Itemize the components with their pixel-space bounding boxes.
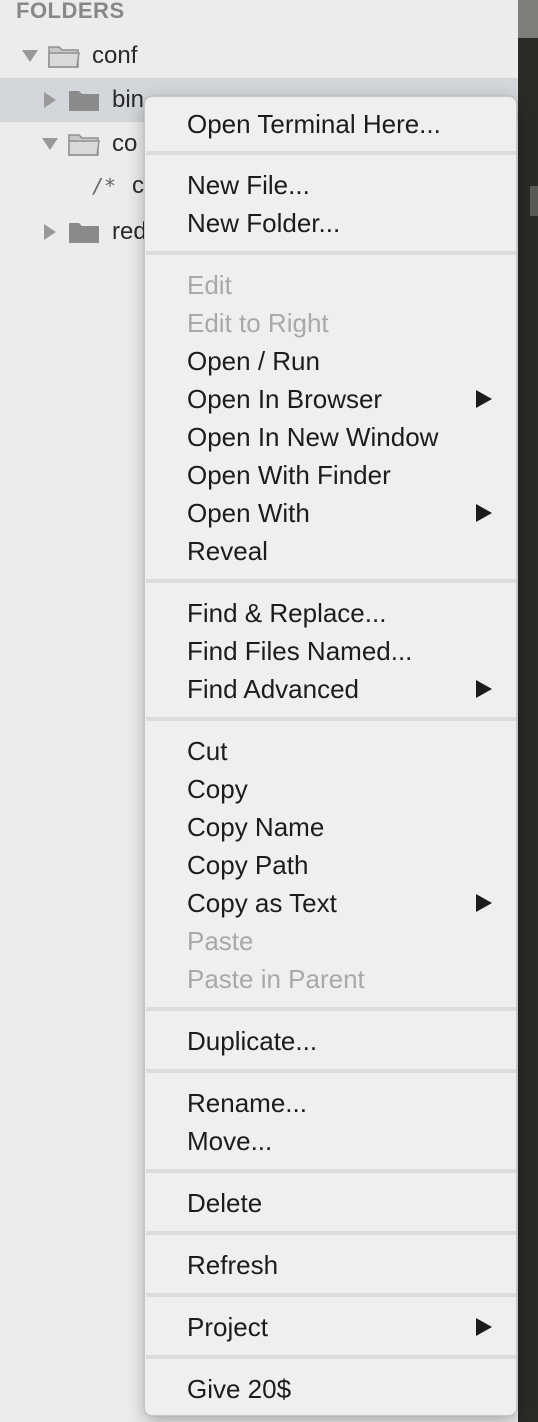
menu-item-reveal[interactable]: Reveal (145, 532, 516, 570)
menu-item-open-in-new-window[interactable]: Open In New Window (145, 418, 516, 456)
menu-separator (146, 1169, 516, 1173)
tree-row-label: co (112, 130, 138, 157)
submenu-arrow-icon (476, 1318, 492, 1336)
disclosure-expanded-icon[interactable] (22, 50, 38, 62)
disclosure-collapsed-icon[interactable] (44, 92, 56, 108)
submenu-arrow-icon (476, 504, 492, 522)
editor-line-marker (530, 186, 538, 216)
menu-item-refresh[interactable]: Refresh (145, 1246, 516, 1284)
menu-item-give[interactable]: Give 20$ (145, 1370, 516, 1408)
menu-separator (146, 151, 516, 155)
menu-item-open-in-browser[interactable]: Open In Browser (145, 380, 516, 418)
menu-item-new-file[interactable]: New File... (145, 166, 516, 204)
menu-item-copy[interactable]: Copy (145, 770, 516, 808)
submenu-arrow-icon (476, 390, 492, 408)
menu-separator (146, 1007, 516, 1011)
tree-row-label: c (132, 172, 144, 199)
context-menu: Open Terminal Here... New File... New Fo… (144, 96, 517, 1416)
menu-item-label: Find Advanced (187, 673, 360, 704)
menu-item-duplicate[interactable]: Duplicate... (145, 1022, 516, 1060)
menu-item-label: Copy as Text (187, 887, 337, 918)
menu-item-find-replace[interactable]: Find & Replace... (145, 594, 516, 632)
menu-item-rename[interactable]: Rename... (145, 1084, 516, 1122)
menu-item-copy-path[interactable]: Copy Path (145, 846, 516, 884)
menu-item-open-terminal[interactable]: Open Terminal Here... (145, 105, 516, 143)
menu-separator (146, 717, 516, 721)
sidebar-header: FOLDERS (16, 0, 125, 23)
disclosure-collapsed-icon[interactable] (44, 224, 56, 240)
menu-item-open-with[interactable]: Open With (145, 494, 516, 532)
open-folder-icon (48, 46, 80, 68)
tree-row-conf[interactable]: conf (0, 34, 518, 78)
menu-item-edit-to-right: Edit to Right (187, 307, 329, 338)
folder-icon (69, 223, 99, 243)
menu-item-find-files-named[interactable]: Find Files Named... (145, 632, 516, 670)
menu-separator (146, 1231, 516, 1235)
menu-item-label: Open In Browser (187, 383, 383, 414)
menu-item-open-with-finder[interactable]: Open With Finder (145, 456, 516, 494)
menu-item-label: Open With (187, 497, 310, 528)
menu-item-project[interactable]: Project (145, 1308, 516, 1346)
menu-item-label: Project (187, 1311, 268, 1342)
menu-item-paste: Paste (187, 925, 254, 956)
menu-separator (146, 1069, 516, 1073)
submenu-arrow-icon (476, 680, 492, 698)
menu-item-cut[interactable]: Cut (145, 732, 516, 770)
menu-separator (146, 1355, 516, 1359)
menu-item-paste-in-parent: Paste in Parent (187, 963, 365, 994)
comment-file-icon: /* (92, 174, 117, 198)
menu-item-edit: Edit (187, 269, 232, 300)
menu-item-new-folder[interactable]: New Folder... (145, 204, 516, 242)
menu-item-find-advanced[interactable]: Find Advanced (145, 670, 516, 708)
menu-item-copy-name[interactable]: Copy Name (145, 808, 516, 846)
submenu-arrow-icon (476, 894, 492, 912)
menu-item-delete[interactable]: Delete (145, 1184, 516, 1222)
disclosure-expanded-icon[interactable] (42, 138, 58, 150)
menu-separator (146, 579, 516, 583)
menu-item-copy-as-text[interactable]: Copy as Text (145, 884, 516, 922)
menu-separator (146, 251, 516, 255)
menu-item-move[interactable]: Move... (145, 1122, 516, 1160)
menu-separator (146, 1293, 516, 1297)
menu-item-open-run[interactable]: Open / Run (145, 342, 516, 380)
tree-row-label: bin (112, 86, 145, 113)
tree-row-label: conf (92, 42, 138, 69)
scrollbar-thumb[interactable] (518, 0, 538, 38)
open-folder-icon (68, 134, 100, 156)
folder-icon (69, 91, 99, 111)
tree-row-label: red (112, 218, 147, 245)
